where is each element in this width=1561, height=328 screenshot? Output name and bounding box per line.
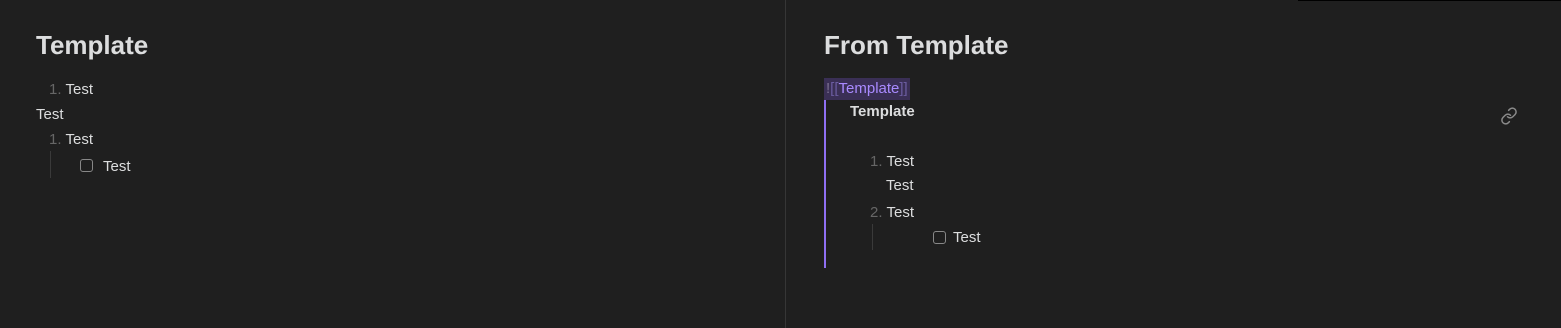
list-item[interactable]: 1. Test <box>49 81 93 99</box>
task-checkbox[interactable] <box>933 231 946 244</box>
note-title: Template <box>36 30 149 60</box>
embed-title: Template <box>850 103 915 120</box>
list-item-text: Test <box>886 204 915 221</box>
list-number: 1. <box>49 131 62 148</box>
note-title: From Template <box>824 30 1009 60</box>
list-item-text: Test <box>65 81 94 98</box>
list-item-text: Test <box>65 131 94 148</box>
list-number: 1. <box>870 153 883 170</box>
list-item[interactable]: 2. Test <box>870 204 914 222</box>
list-item-text: Test <box>886 153 915 170</box>
left-editor-pane[interactable]: Template 1. Test Test 1. Test Test <box>0 0 786 328</box>
paragraph: Test <box>886 177 914 194</box>
right-editor-pane[interactable]: From Template ![[Template]] Template 1. T… <box>786 0 1561 328</box>
embed-close-brackets: ]] <box>899 80 908 97</box>
task-text: Test <box>953 229 981 246</box>
task-text: Test <box>103 158 131 175</box>
list-item[interactable]: 1. Test <box>49 131 93 149</box>
list-number: 1. <box>49 81 62 98</box>
link-icon[interactable] <box>1500 107 1518 125</box>
task-checkbox[interactable] <box>80 159 93 172</box>
embed-link[interactable]: ![[Template]] <box>824 78 910 100</box>
embed-target[interactable]: Template <box>839 80 900 97</box>
list-number: 2. <box>870 204 883 221</box>
list-item[interactable]: 1. Test <box>870 153 914 171</box>
paragraph: Test <box>36 106 64 123</box>
indent-guide <box>872 224 873 250</box>
embed-border <box>824 100 826 268</box>
embed-open-brackets: [[ <box>830 80 839 97</box>
indent-guide <box>50 151 51 178</box>
